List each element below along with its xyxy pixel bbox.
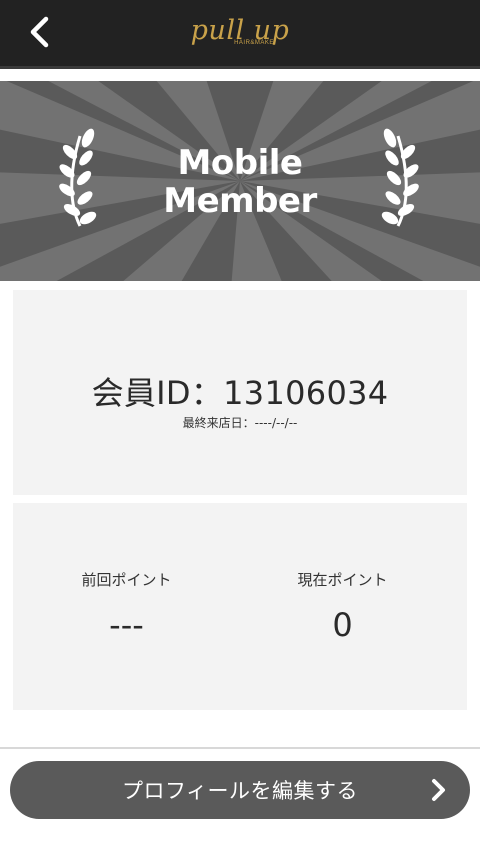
current-points-label: 現在ポイント <box>297 571 388 589</box>
banner-title-line1: Mobile <box>177 143 303 183</box>
member-id-card: 会員ID：13106034 最終来店日：----/--/-- <box>13 290 467 495</box>
member-banner: Mobile Member <box>0 81 480 281</box>
back-button[interactable] <box>22 10 58 54</box>
last-visit-date: 最終来店日：----/--/-- <box>182 416 298 430</box>
previous-points-label: 前回ポイント <box>81 571 172 589</box>
edit-profile-label: プロフィールを編集する <box>121 779 359 803</box>
app-header: pull up HAIR&MAKE <box>0 0 480 66</box>
edit-profile-button[interactable]: プロフィールを編集する <box>10 761 470 819</box>
previous-points: 前回ポイント --- <box>13 569 240 644</box>
section-divider <box>0 747 480 749</box>
chevron-right-icon <box>432 779 445 801</box>
current-points: 現在ポイント 0 <box>229 569 456 644</box>
brand-logo: pull up HAIR&MAKE <box>191 16 290 46</box>
points-card: 前回ポイント --- 現在ポイント 0 <box>13 503 467 710</box>
previous-points-value: --- <box>109 606 144 644</box>
member-id: 会員ID：13106034 <box>91 374 389 412</box>
current-points-value: 0 <box>332 606 353 644</box>
banner-title: Mobile Member <box>0 144 480 220</box>
header-divider <box>0 66 480 69</box>
banner-title-line2: Member <box>163 181 317 221</box>
chevron-left-icon <box>30 16 49 48</box>
